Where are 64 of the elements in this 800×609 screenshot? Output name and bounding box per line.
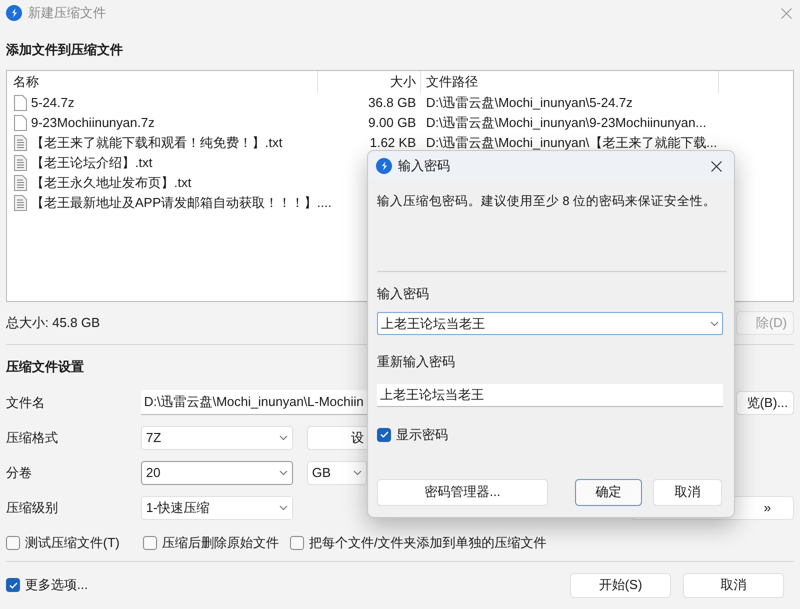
column-header[interactable]: 文件路径 xyxy=(426,72,478,92)
file-icon xyxy=(14,115,27,131)
check-icon xyxy=(380,431,388,438)
file-path: D:\迅雷云盘\Mochi_inunyan\9-23Mochiinunyan... xyxy=(426,115,706,130)
dropdown[interactable]: GB xyxy=(307,460,367,484)
chevron-down-icon xyxy=(353,470,362,476)
field-label: 分卷 xyxy=(6,464,33,482)
chevron-down-icon xyxy=(279,434,288,440)
text-file-icon xyxy=(14,135,27,151)
ok-button[interactable]: 确定 xyxy=(575,478,642,506)
checkbox[interactable] xyxy=(143,536,157,550)
file-path: D:\迅雷云盘\Mochi_inunyan\5-24.7z xyxy=(426,95,633,110)
cancel-button[interactable]: 取消 xyxy=(653,478,722,506)
chevron-down-icon xyxy=(710,320,719,326)
file-size: 36.8 GB xyxy=(368,94,416,112)
text-file-icon xyxy=(14,195,27,211)
column-header[interactable]: 大小 xyxy=(390,72,416,92)
chevron-down-icon xyxy=(279,470,288,476)
confirm-password-field[interactable]: 上老王论坛当老王 xyxy=(377,384,723,407)
file-name: 9-23Mochiinunyan.7z xyxy=(31,114,155,132)
dialog-title: 输入密码 xyxy=(398,157,450,176)
app-icon xyxy=(376,158,392,174)
file-icon xyxy=(14,95,27,111)
file-name: 【老王永久地址发布页】.txt xyxy=(31,174,192,192)
file-path: D:\迅雷云盘\Mochi_inunyan\【老王来了就能下载... xyxy=(426,135,718,150)
checkbox-label: 更多选项... xyxy=(25,576,88,594)
checkbox[interactable] xyxy=(6,536,20,550)
file-name: 5-24.7z xyxy=(31,94,74,112)
checkbox-label: 测试压缩文件(T) xyxy=(25,534,120,552)
browse-button[interactable]: 览(B)... xyxy=(736,390,794,414)
checkbox[interactable] xyxy=(377,428,391,442)
check-icon xyxy=(8,582,18,588)
field-label: 压缩级别 xyxy=(6,498,59,517)
column-header[interactable]: 名称 xyxy=(13,72,39,92)
password-manager-button[interactable]: 密码管理器... xyxy=(377,478,548,506)
text-file-icon xyxy=(14,175,27,191)
section-heading: 压缩文件设置 xyxy=(6,359,84,374)
file-size: 1.62 KB xyxy=(370,134,416,152)
password-field[interactable]: 上老王论坛当老王 xyxy=(377,312,723,335)
file-name: 【老王论坛介绍】.txt xyxy=(31,154,152,172)
total-size: 总大小: 45.8 GB xyxy=(6,314,100,332)
checkbox[interactable] xyxy=(6,578,20,592)
field-label: 重新输入密码 xyxy=(377,354,455,369)
dropdown[interactable]: 20 xyxy=(141,460,293,484)
dialog-description: 输入压缩包密码。建议使用至少 8 位的密码来保证安全性。 xyxy=(377,194,716,208)
dropdown[interactable]: 7Z xyxy=(141,426,293,450)
field-label: 文件名 xyxy=(6,394,46,412)
start-button[interactable]: 开始(S) xyxy=(570,572,671,598)
file-name: 【老王来了就能下载和观看！纯免费！】.txt xyxy=(31,134,282,152)
file-size: 9.00 GB xyxy=(368,114,416,132)
chevron-down-icon xyxy=(279,504,288,510)
dropdown[interactable]: 1-快速压缩 xyxy=(141,496,293,520)
window-title: 新建压缩文件 xyxy=(28,4,106,22)
checkbox-label: 把每个文件/文件夹添加到单独的压缩文件 xyxy=(309,534,547,552)
text-file-icon xyxy=(14,155,27,171)
file-name: 【老王最新地址及APP请发邮箱自动获取！！！】.... xyxy=(31,194,332,212)
field-label: 压缩格式 xyxy=(6,428,59,447)
cancel-button[interactable]: 取消 xyxy=(683,572,784,598)
close-icon[interactable] xyxy=(711,160,722,172)
checkbox[interactable] xyxy=(290,536,304,550)
app-icon xyxy=(6,5,22,21)
field-label: 输入密码 xyxy=(377,286,429,301)
checkbox-label: 压缩后删除原始文件 xyxy=(162,534,279,552)
section-heading: 添加文件到压缩文件 xyxy=(6,42,123,57)
